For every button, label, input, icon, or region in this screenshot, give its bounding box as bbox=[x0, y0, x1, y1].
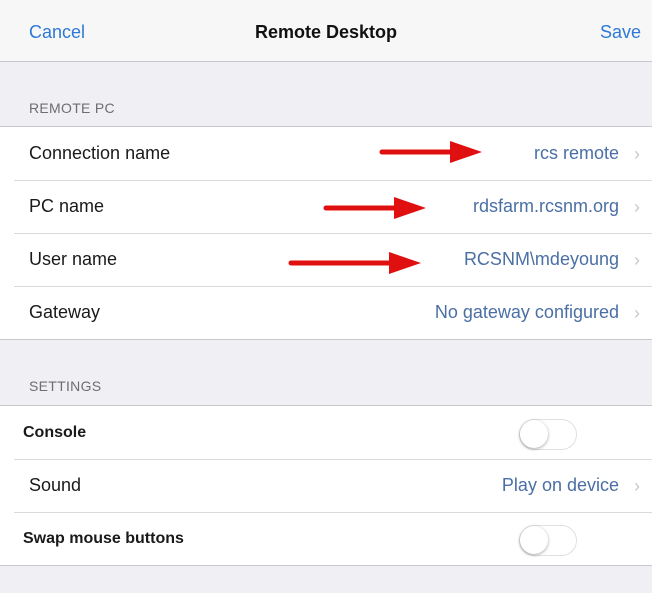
swap-mouse-buttons-toggle[interactable] bbox=[519, 525, 577, 556]
sound-label: Sound bbox=[29, 475, 82, 495]
red-arrow-icon bbox=[323, 197, 426, 219]
chevron-right-icon: › bbox=[634, 476, 640, 496]
connection-name-value: rcs remote bbox=[533, 143, 619, 163]
chevron-right-icon: › bbox=[634, 144, 640, 164]
toggle-knob bbox=[520, 420, 548, 448]
chevron-right-icon: › bbox=[634, 303, 640, 323]
connection-name-label: Connection name bbox=[29, 143, 171, 163]
save-button[interactable]: Save bbox=[600, 22, 641, 43]
user-name-label: User name bbox=[29, 249, 118, 269]
sound-value: Play on device bbox=[501, 475, 619, 495]
gateway-value: No gateway configured bbox=[434, 302, 619, 322]
swap-mouse-buttons-row: Swap mouse buttons bbox=[0, 512, 652, 565]
gateway-row[interactable]: Gateway No gateway configured › bbox=[0, 286, 652, 339]
pc-name-value: rdsfarm.rcsnm.org bbox=[472, 196, 619, 216]
remote-pc-group: Connection name rcs remote › PC name rds… bbox=[0, 126, 652, 340]
connection-name-row[interactable]: Connection name rcs remote › bbox=[0, 127, 652, 180]
console-row: Console bbox=[0, 406, 652, 459]
console-toggle[interactable] bbox=[519, 419, 577, 450]
section-header-remote-pc: REMOTE PC bbox=[29, 100, 115, 116]
settings-group: Console Sound Play on device › Swap mous… bbox=[0, 405, 652, 566]
pc-name-label: PC name bbox=[29, 196, 105, 216]
user-name-value: RCSNM\mdeyoung bbox=[463, 249, 619, 269]
chevron-right-icon: › bbox=[634, 197, 640, 217]
chevron-right-icon: › bbox=[634, 250, 640, 270]
toggle-knob bbox=[520, 526, 548, 554]
red-arrow-icon bbox=[379, 141, 482, 163]
section-header-settings: SETTINGS bbox=[29, 378, 102, 394]
gateway-label: Gateway bbox=[29, 302, 101, 322]
page-title: Remote Desktop bbox=[254, 22, 398, 42]
swap-mouse-buttons-label: Swap mouse buttons bbox=[23, 530, 184, 547]
sound-row[interactable]: Sound Play on device › bbox=[0, 459, 652, 512]
navigation-bar: Cancel Remote Desktop Save bbox=[0, 0, 652, 62]
red-arrow-icon bbox=[288, 252, 421, 274]
console-label: Console bbox=[23, 424, 87, 441]
